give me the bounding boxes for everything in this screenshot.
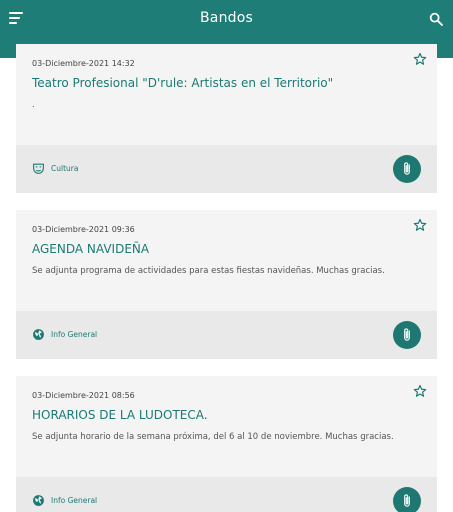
bando-title[interactable]: HORARIOS DE LA LUDOTECA.: [32, 408, 407, 422]
bando-date: 03-Diciembre-2021 08:56: [32, 391, 135, 400]
star-outline-icon[interactable]: [413, 218, 427, 232]
category-label: Cultura: [51, 164, 79, 173]
bando-card[interactable]: 03-Diciembre-2021 14:32 Teatro Profesion…: [16, 44, 437, 193]
globe-icon: [33, 329, 44, 340]
theater-masks-icon: [33, 163, 44, 174]
paperclip-icon: [404, 328, 410, 341]
bando-body: Se adjunta horario de la semana próxima,…: [32, 432, 394, 442]
bando-date: 03-Diciembre-2021 09:36: [32, 225, 135, 234]
bando-footer: Info General: [16, 311, 437, 359]
bando-body: Se adjunta programa de actividades para …: [32, 266, 385, 276]
star-outline-icon[interactable]: [413, 52, 427, 66]
attachment-button[interactable]: [393, 155, 421, 183]
globe-icon: [33, 495, 44, 506]
paperclip-icon: [404, 494, 410, 507]
paperclip-icon: [404, 162, 410, 175]
search-icon[interactable]: [428, 11, 444, 27]
attachment-button[interactable]: [393, 487, 421, 512]
bando-card[interactable]: 03-Diciembre-2021 09:36 AGENDA NAVIDEÑA …: [16, 210, 437, 359]
bando-card[interactable]: 03-Diciembre-2021 08:56 HORARIOS DE LA L…: [16, 376, 437, 512]
bando-footer: Info General: [16, 477, 437, 512]
bando-body: .: [32, 100, 35, 110]
bando-title[interactable]: AGENDA NAVIDEÑA: [32, 242, 407, 256]
category-label: Info General: [51, 496, 98, 505]
bando-date: 03-Diciembre-2021 14:32: [32, 59, 135, 68]
page-title: Bandos: [199, 10, 253, 26]
attachment-button[interactable]: [393, 321, 421, 349]
bando-title[interactable]: Teatro Profesional "D'rule: Artistas en …: [32, 76, 407, 90]
category-label: Info General: [51, 330, 98, 339]
bando-footer: Cultura: [16, 145, 437, 193]
star-outline-icon[interactable]: [413, 384, 427, 398]
